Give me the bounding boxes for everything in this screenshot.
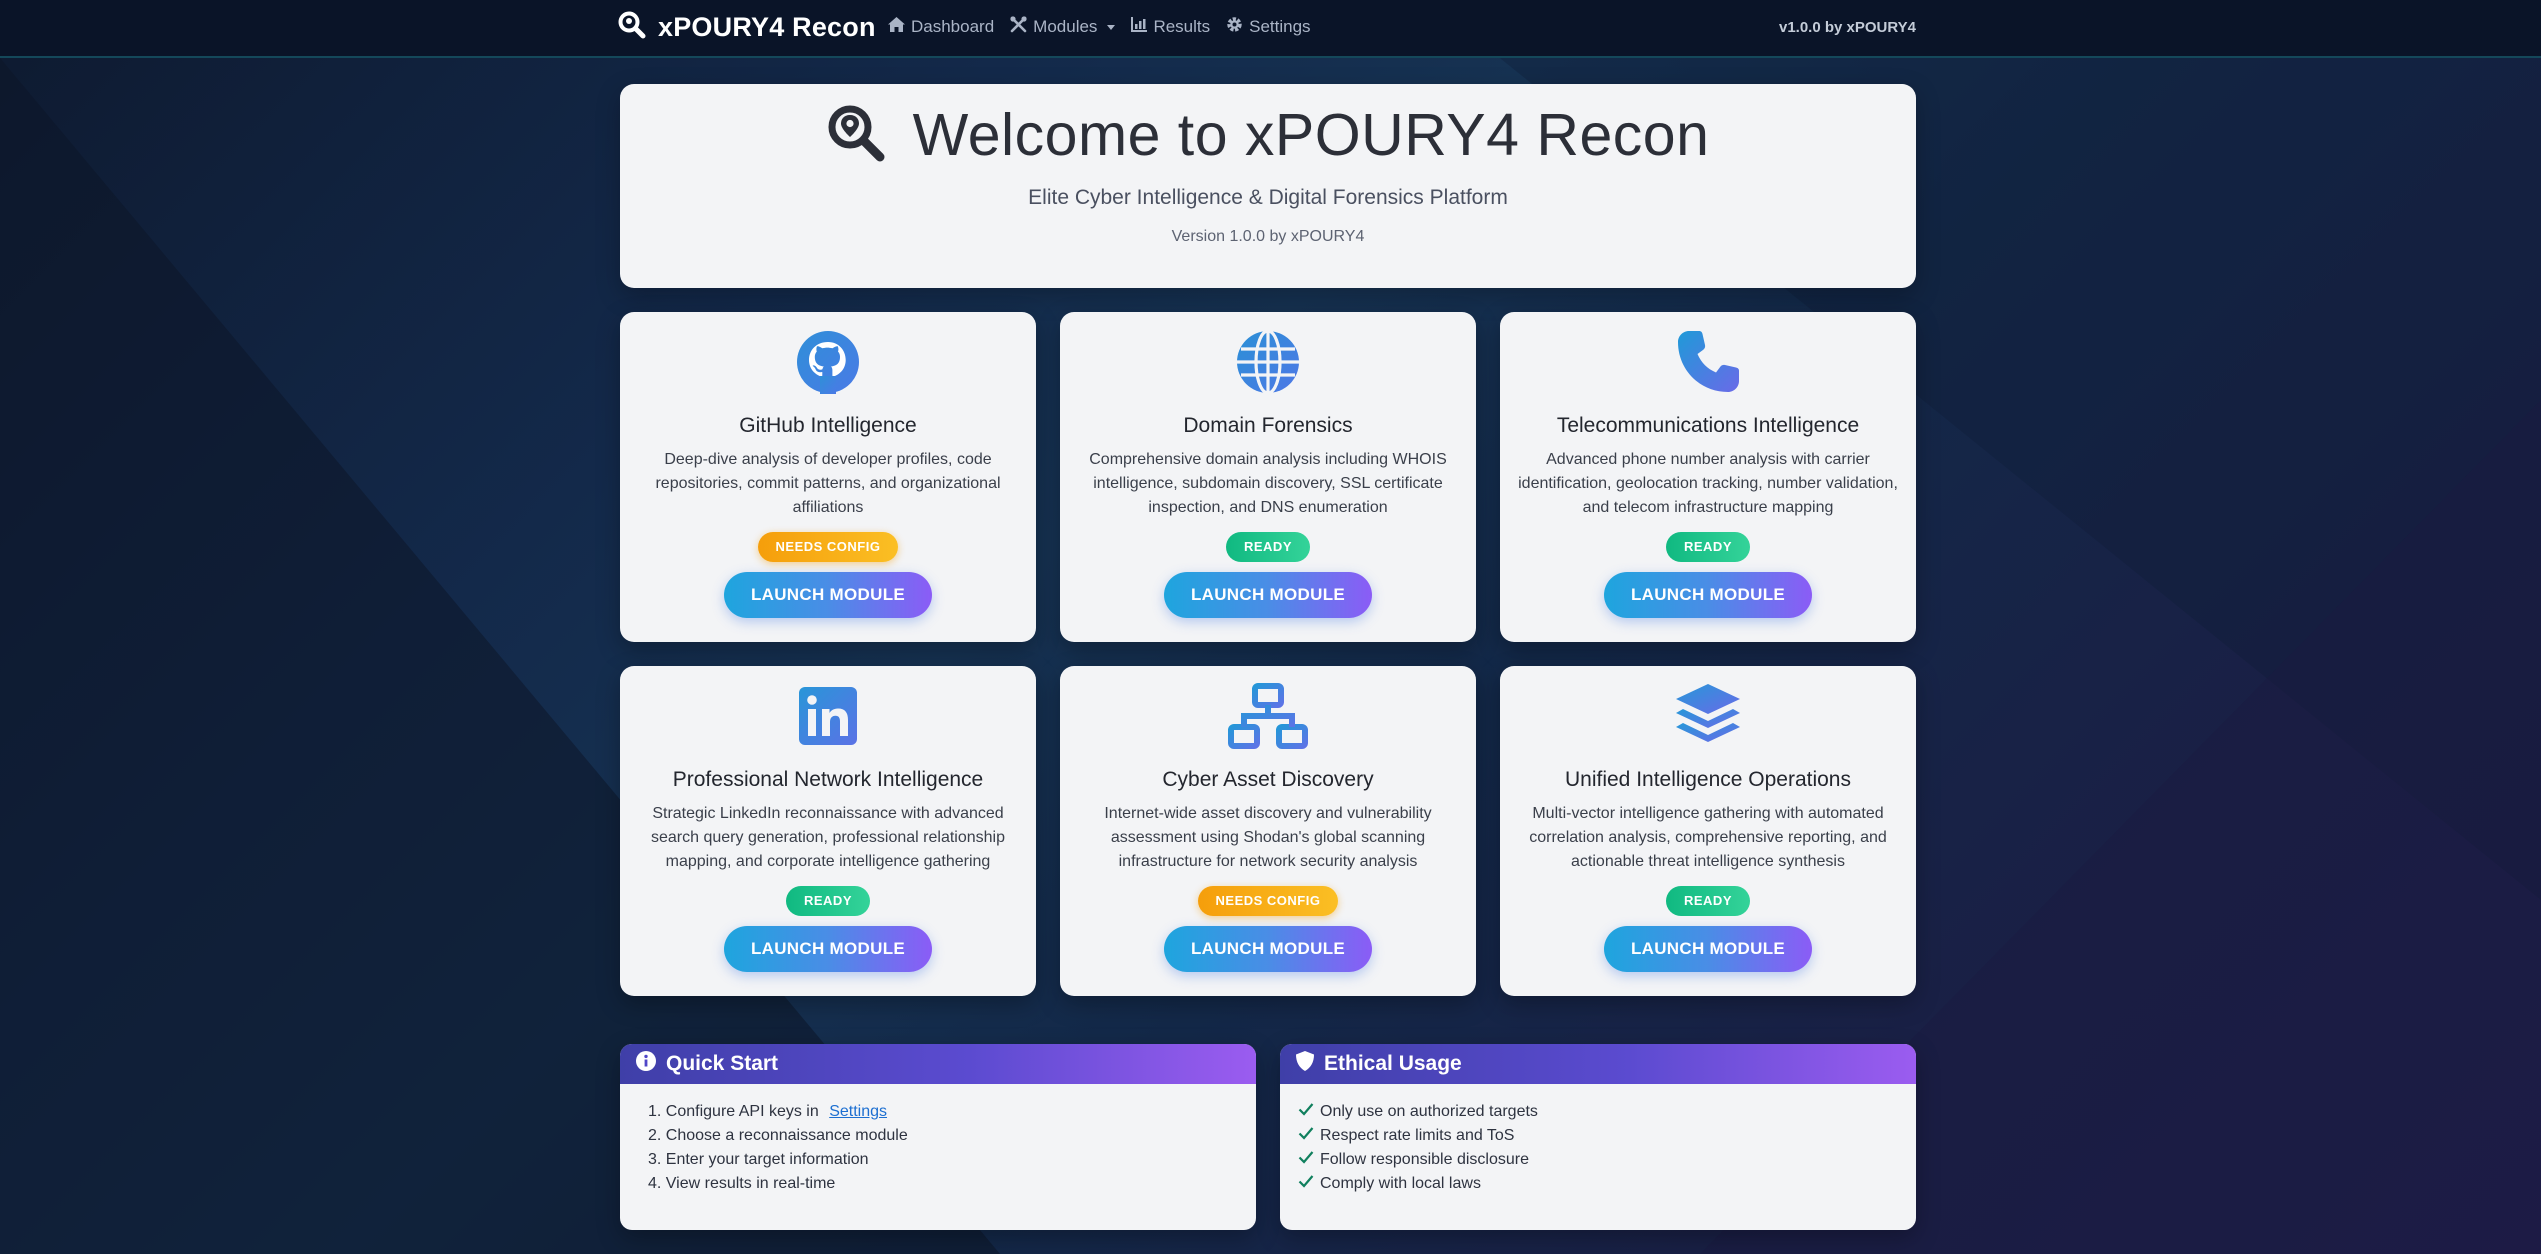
nav-modules-dropdown[interactable]: Modules [1010,16,1116,38]
check-icon [1298,1100,1314,1124]
network-icon [1060,680,1476,752]
ethical-item-text: Respect rate limits and ToS [1320,1127,1515,1144]
module-card-domain: Domain Forensics Comprehensive domain an… [1060,312,1476,642]
hero-title-row: Welcome to xPOURY4 Recon [620,98,1916,172]
launch-module-button[interactable]: LAUNCH MODULE [1164,926,1372,972]
nav-results-label: Results [1153,17,1211,36]
status-badge: READY [1665,532,1750,562]
launch-module-button[interactable]: LAUNCH MODULE [724,926,932,972]
nav-dashboard[interactable]: Dashboard [888,17,994,37]
shield-icon [1296,1051,1314,1077]
chevron-down-icon [1107,24,1116,30]
module-card-github: GitHub Intelligence Deep-dive analysis o… [620,312,1036,642]
phone-icon [1500,326,1916,398]
nav-results[interactable]: Results [1131,17,1210,37]
ethical-item-text: Comply with local laws [1320,1175,1481,1192]
step-text: 1. Configure API keys in [648,1103,824,1120]
status-badge: READY [1225,532,1310,562]
list-item: Respect rate limits and ToS [1298,1124,1916,1148]
ethical-usage-title: Ethical Usage [1324,1052,1462,1075]
github-icon [620,326,1036,398]
list-item: Follow responsible disclosure [1298,1148,1916,1172]
welcome-hero: Welcome to xPOURY4 Recon Elite Cyber Int… [620,84,1916,288]
ethical-usage-header: Ethical Usage [1280,1044,1916,1084]
search-location-icon [827,104,885,167]
check-icon [1298,1124,1314,1148]
quick-start-list: 1. Configure API keys in Settings 2. Cho… [620,1084,1256,1196]
module-card-unified-ops: Unified Intelligence Operations Multi-ve… [1500,666,1916,996]
layers-icon [1500,680,1916,752]
module-title: Telecommunications Intelligence [1556,414,1860,437]
brand-name: xPOURY4 Recon [658,11,876,42]
module-title: Unified Intelligence Operations [1564,768,1851,791]
page-subtitle: Elite Cyber Intelligence & Digital Foren… [1028,186,1508,209]
page-title: Welcome to xPOURY4 Recon [912,102,1710,168]
brand-link[interactable]: xPOURY4 Recon [618,10,876,44]
module-description: Comprehensive domain analysis including … [1089,451,1447,516]
list-item: 1. Configure API keys in Settings [648,1100,1256,1124]
status-badge: READY [1665,886,1750,916]
gear-icon [1226,16,1243,38]
nav-settings[interactable]: Settings [1226,16,1311,38]
module-description: Deep-dive analysis of developer profiles… [655,451,1001,516]
check-icon [1298,1148,1314,1172]
settings-link[interactable]: Settings [829,1100,887,1124]
module-description: Strategic LinkedIn reconnaissance with a… [651,805,1005,870]
ethical-item-text: Follow responsible disclosure [1320,1151,1529,1168]
nav-modules-label: Modules [1033,17,1098,36]
module-grid: GitHub Intelligence Deep-dive analysis o… [620,312,1916,996]
info-row: Quick Start 1. Configure API keys in Set… [620,1044,1916,1230]
module-card-telecom: Telecommunications Intelligence Advanced… [1500,312,1916,642]
ethical-item-text: Only use on authorized targets [1320,1103,1538,1120]
globe-icon [1060,326,1476,398]
nav-version: v1.0.0 by xPOURY4 [1778,19,1916,36]
module-description: Multi-vector intelligence gathering with… [1529,805,1887,870]
search-location-icon [618,11,646,44]
top-navbar: xPOURY4 Recon Dashboard Modules Results [0,0,2541,58]
list-item: 4. View results in real-time [648,1175,836,1192]
home-icon [888,17,905,37]
ethical-usage-card: Ethical Usage Only use on authorized tar… [1280,1044,1916,1230]
list-item: Only use on authorized targets [1298,1100,1916,1124]
launch-module-button[interactable]: LAUNCH MODULE [1604,926,1812,972]
list-item: 2. Choose a reconnaissance module [648,1127,908,1144]
chart-icon [1131,17,1148,37]
nav-settings-label: Settings [1249,17,1311,36]
module-card-linkedin: Professional Network Intelligence Strate… [620,666,1036,996]
status-badge: NEEDS CONFIG [757,532,899,562]
module-title: GitHub Intelligence [739,414,917,437]
linkedin-icon [620,680,1036,752]
module-title: Domain Forensics [1183,414,1353,437]
module-description: Advanced phone number analysis with carr… [1518,451,1898,516]
quick-start-card: Quick Start 1. Configure API keys in Set… [620,1044,1256,1230]
ethical-usage-list: Only use on authorized targets Respect r… [1280,1084,1916,1196]
nav-links: Dashboard Modules Results Settings [888,16,1311,38]
status-badge: READY [785,886,870,916]
main-content: Welcome to xPOURY4 Recon Elite Cyber Int… [620,84,1916,1230]
list-item: 3. Enter your target information [648,1151,869,1168]
list-item: Comply with local laws [1298,1172,1916,1196]
launch-module-button[interactable]: LAUNCH MODULE [724,572,932,618]
tools-icon [1010,16,1027,38]
nav-dashboard-label: Dashboard [911,17,995,36]
status-badge: NEEDS CONFIG [1197,886,1339,916]
hero-version: Version 1.0.0 by xPOURY4 [1171,228,1365,245]
quick-start-header: Quick Start [620,1044,1256,1084]
check-icon [1298,1172,1314,1196]
module-card-asset-discovery: Cyber Asset Discovery Internet-wide asse… [1060,666,1476,996]
module-description: Internet-wide asset discovery and vulner… [1104,805,1432,870]
module-title: Cyber Asset Discovery [1162,768,1374,791]
info-circle-icon [636,1051,656,1077]
module-title: Professional Network Intelligence [672,768,984,791]
quick-start-title: Quick Start [666,1052,779,1075]
launch-module-button[interactable]: LAUNCH MODULE [1604,572,1812,618]
launch-module-button[interactable]: LAUNCH MODULE [1164,572,1372,618]
